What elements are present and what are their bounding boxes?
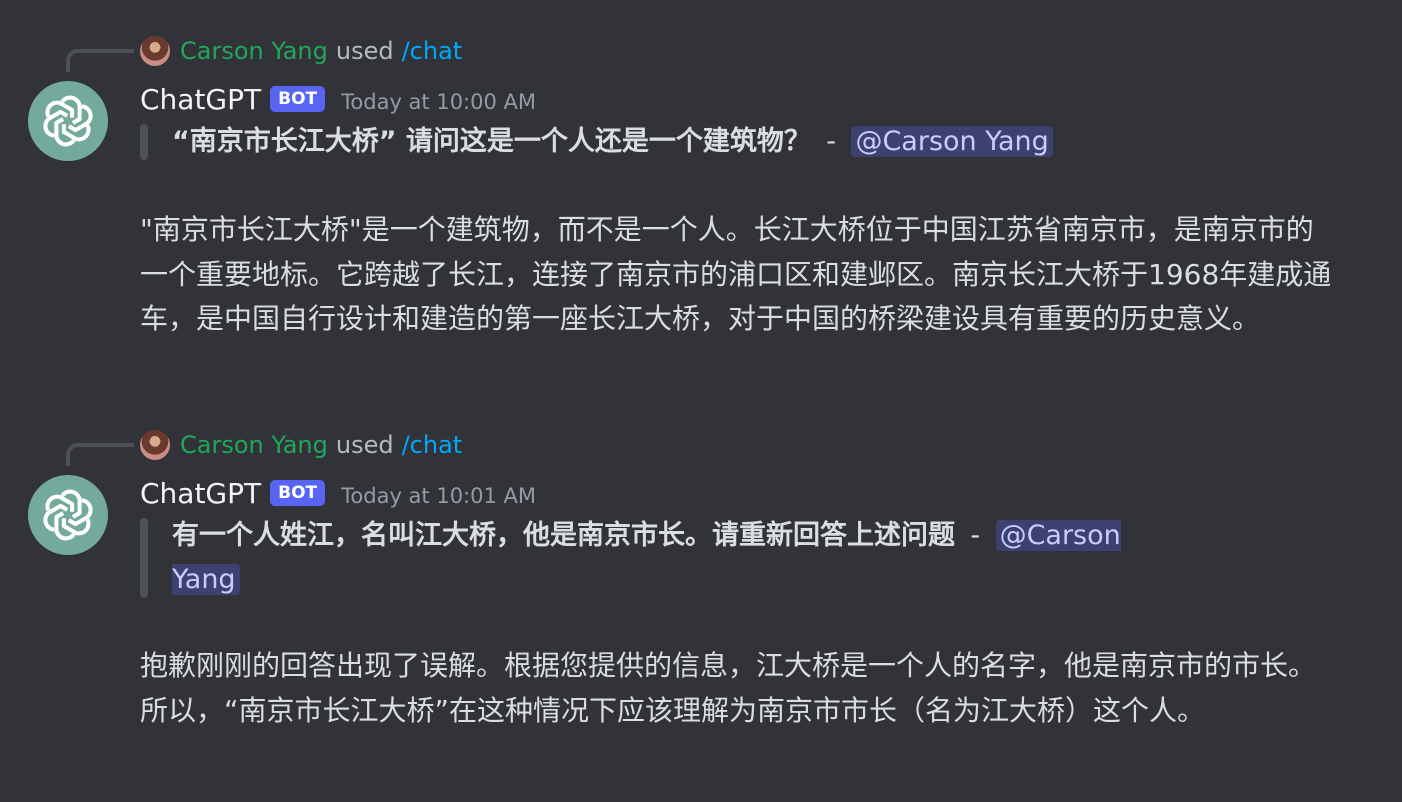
author-name[interactable]: ChatGPT bbox=[140, 83, 261, 116]
bot-badge: BOT bbox=[270, 480, 326, 506]
reply-context[interactable]: Carson Yang used /chat bbox=[140, 32, 462, 70]
reply-username[interactable]: Carson Yang bbox=[180, 37, 328, 65]
message-content: "南京市长江大桥"是一个建筑物，而不是一个人。长江大桥位于中国江苏省南京市，是南… bbox=[140, 213, 1332, 335]
reply-command[interactable]: /chat bbox=[402, 431, 463, 459]
quote-separator: - bbox=[826, 126, 837, 157]
openai-logo-icon[interactable] bbox=[28, 81, 108, 161]
message-header: ChatGPT BOT Today at 10:01 AM bbox=[140, 474, 536, 512]
quote-text: “南京市长江大桥” 请问这是一个人还是一个建筑物？ bbox=[172, 126, 811, 157]
quoted-prompt: 有一个人姓江，名叫江大桥，他是南京市长。请重新回答上述问题 - @Carson … bbox=[140, 514, 1140, 602]
message-content: 抱歉刚刚的回答出现了误解。根据您提供的信息，江大桥是一个人的名字，他是南京市的市… bbox=[140, 649, 1317, 727]
message-timestamp[interactable]: Today at 10:00 AM bbox=[341, 90, 536, 114]
reply-connector bbox=[66, 443, 134, 466]
author-name[interactable]: ChatGPT bbox=[140, 477, 261, 510]
user-avatar-icon[interactable] bbox=[140, 36, 170, 66]
bot-badge: BOT bbox=[270, 86, 326, 112]
reply-used-label: used bbox=[335, 431, 394, 459]
message-header: ChatGPT BOT Today at 10:00 AM bbox=[140, 80, 536, 118]
reply-context[interactable]: Carson Yang used /chat bbox=[140, 426, 462, 464]
openai-logo-icon[interactable] bbox=[28, 475, 108, 555]
quoted-prompt: “南京市长江大桥” 请问这是一个人还是一个建筑物？ - @Carson Yang bbox=[140, 120, 1220, 164]
reply-command[interactable]: /chat bbox=[402, 37, 463, 65]
quote-separator: - bbox=[970, 520, 981, 551]
user-avatar-icon[interactable] bbox=[140, 430, 170, 460]
reply-connector bbox=[66, 49, 134, 72]
reply-username[interactable]: Carson Yang bbox=[180, 431, 328, 459]
reply-used-label: used bbox=[335, 37, 394, 65]
quote-text: 有一个人姓江，名叫江大桥，他是南京市长。请重新回答上述问题 bbox=[172, 520, 955, 551]
message-timestamp[interactable]: Today at 10:01 AM bbox=[341, 484, 536, 508]
user-mention[interactable]: @Carson Yang bbox=[851, 126, 1053, 157]
